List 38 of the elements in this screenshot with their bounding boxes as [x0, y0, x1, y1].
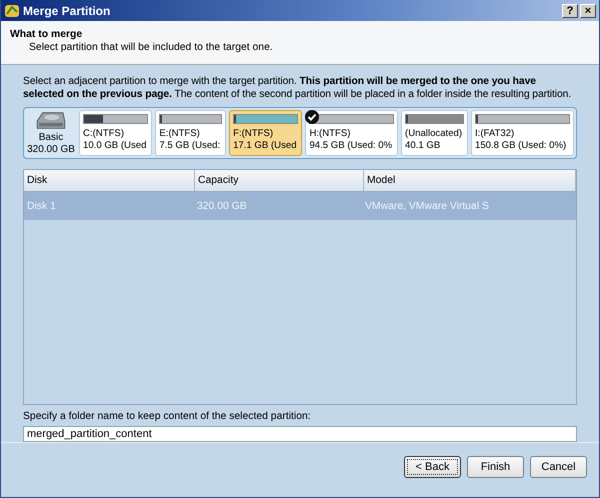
partition-name: I:(FAT32) — [474, 128, 516, 140]
back-button[interactable]: < Back — [404, 456, 461, 478]
partition-size: 94.5 GB (Used: 0% — [309, 140, 394, 152]
disk-type: Basic — [38, 132, 64, 144]
page-title: What to merge — [10, 29, 84, 40]
table-cell-text: VMware, VMware Virtual S — [364, 200, 490, 214]
partition-block[interactable]: E:(NTFS) 7.5 GB (Used: — [155, 110, 226, 156]
help-button[interactable]: ? — [562, 4, 578, 18]
partition-name: E:(NTFS) — [159, 128, 201, 140]
partition-size: 17.1 GB (Used — [233, 140, 298, 152]
app-icon — [4, 2, 20, 18]
partition-block[interactable]: H:(NTFS) 94.5 GB (Used: 0% — [305, 110, 398, 156]
cancel-button[interactable]: Cancel — [530, 456, 587, 478]
disk-size: 320.00 GB — [27, 144, 75, 156]
partition-name: (Unallocated) — [405, 128, 464, 140]
column-header[interactable]: Disk — [24, 170, 195, 191]
partition-size: 40.1 GB — [405, 140, 442, 152]
partition-block[interactable]: F:(NTFS) 17.1 GB (Used — [229, 110, 302, 156]
partition-name: H:(NTFS) — [309, 128, 352, 140]
partition-name: C:(NTFS) — [83, 128, 126, 140]
partition-size: 7.5 GB (Used: — [159, 140, 222, 152]
partition-size: 10.0 GB (Used — [83, 140, 148, 152]
folder-name-field[interactable]: merged_partition_content — [23, 426, 577, 442]
partition-name: F:(NTFS) — [233, 128, 274, 140]
column-header[interactable]: Capacity — [195, 170, 364, 191]
page-subtitle: Select partition that will be included to the target one. — [29, 42, 274, 53]
table-cell-text: Disk 1 — [26, 200, 57, 214]
close-button[interactable]: × — [580, 4, 596, 18]
folder-label: Specify a folder name to keep content of the selected partition: — [23, 411, 312, 422]
finish-button[interactable]: Finish — [467, 456, 524, 478]
partition-block[interactable]: I:(FAT32) 150.8 GB (Used: 0%) — [470, 110, 574, 156]
partition-block[interactable]: (Unallocated) 40.1 GB — [401, 110, 468, 156]
partition-size: 150.8 GB (Used: 0%) — [474, 140, 568, 152]
window-title: Merge Partition — [23, 4, 112, 18]
table-cell-text: 320.00 GB — [196, 200, 248, 214]
description-text: Select an adjacent partition to merge with the target partition. This partition will be merged to the one you have selected on the previous page. The content of the second partition will be placed in a folder inside the resulting partition. — [23, 75, 572, 101]
partition-block[interactable]: C:(NTFS) 10.0 GB (Used — [79, 110, 152, 156]
column-header[interactable]: Model — [364, 170, 576, 191]
